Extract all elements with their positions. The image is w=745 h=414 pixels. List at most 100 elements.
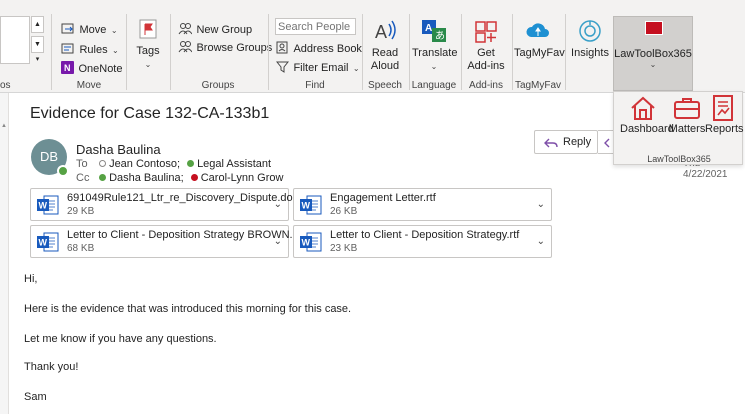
- attachment-size: 23 KB: [330, 243, 358, 254]
- separator: [461, 14, 462, 90]
- chevron-down-icon: ⌄: [144, 60, 152, 69]
- speech-group-label: Speech: [368, 80, 402, 91]
- chevron-down-icon: ⌄: [430, 62, 438, 71]
- body-paragraph: Thank you!: [24, 361, 79, 373]
- onenote-button[interactable]: N OneNote: [61, 59, 122, 77]
- translate-icon: Aあ: [422, 20, 446, 42]
- to-recipient[interactable]: Jean Contoso;: [109, 158, 180, 170]
- cc-recipient[interactable]: Dasha Baulina;: [109, 172, 184, 184]
- presence-available-icon: [99, 174, 107, 181]
- ribbon: ▲ ▼ ▾ os Move ⌄ Rules ⌄ N OneNote Move T…: [0, 0, 745, 93]
- svg-text:A: A: [375, 22, 387, 42]
- to-recipient[interactable]: Legal Assistant: [197, 158, 271, 170]
- cc-recipient[interactable]: Carol-Lynn Grow: [201, 172, 284, 184]
- move-button[interactable]: Move ⌄: [61, 20, 118, 38]
- sender-name[interactable]: Dasha Baulina: [76, 142, 161, 157]
- filter-email-label: Filter Email: [293, 62, 349, 74]
- insights-icon: [579, 20, 601, 42]
- new-group-icon: [178, 23, 193, 35]
- attachment-size: 68 KB: [67, 243, 95, 254]
- chevron-down-icon[interactable]: ⌄: [537, 236, 545, 247]
- translate-button[interactable]: Aあ Translate ⌄: [412, 18, 458, 73]
- address-book-label: Address Book: [293, 43, 362, 55]
- scroll-up-button[interactable]: ▲: [31, 16, 44, 33]
- insights-button[interactable]: Insights: [570, 18, 610, 60]
- browse-groups-button[interactable]: Browse Groups: [178, 38, 272, 56]
- cloud-icon: [526, 23, 549, 37]
- rules-icon: [61, 43, 74, 54]
- onenote-label: OneNote: [78, 63, 123, 75]
- svg-text:N: N: [64, 63, 71, 73]
- rules-button[interactable]: Rules ⌄: [61, 40, 119, 58]
- matters-button[interactable]: Matters: [668, 95, 706, 135]
- attachment-name: Letter to Client - Deposition Strategy B…: [67, 229, 303, 241]
- move-icon: [61, 23, 74, 34]
- home-icon: [631, 96, 655, 120]
- briefcase-icon: [674, 98, 700, 119]
- presence-offline-icon: [99, 160, 107, 167]
- svg-text:A: A: [425, 23, 432, 34]
- attachment-name: Letter to Client - Deposition Strategy.r…: [330, 229, 520, 241]
- more-button[interactable]: ▾: [31, 55, 44, 65]
- onenote-icon: N: [61, 61, 74, 74]
- lawtoolbox-label: LawToolBox365: [614, 48, 692, 60]
- avatar-initials: DB: [39, 149, 59, 164]
- scroll-down-button[interactable]: ▼: [31, 36, 44, 53]
- new-group-button[interactable]: New Group: [178, 20, 252, 38]
- chevron-down-icon[interactable]: ⌄: [537, 199, 545, 210]
- cc-line: Cc Dasha Baulina; Carol-Lynn Grow: [76, 172, 283, 184]
- translate-label: Translate: [412, 47, 458, 59]
- reply-button[interactable]: Reply: [534, 130, 598, 154]
- lawtoolbox-button[interactable]: LawToolBox365 ⌄: [613, 16, 693, 91]
- groups-group-label: Groups: [201, 80, 235, 91]
- tagmyfav-label: TagMyFav: [514, 47, 565, 59]
- flag-icon: [139, 19, 157, 39]
- attachment-card[interactable]: W Letter to Client - Deposition Strategy…: [293, 225, 552, 258]
- read-aloud-button[interactable]: A Read Aloud: [366, 18, 404, 73]
- move-label: Move: [79, 24, 107, 36]
- attachment-card[interactable]: W Engagement Letter.rtf 26 KB ⌄: [293, 188, 552, 221]
- attachment-card[interactable]: W 691049Rule121_Ltr_re_Discovery_Dispute…: [30, 188, 304, 221]
- svg-text:W: W: [39, 238, 48, 248]
- dashboard-button[interactable]: Dashboard: [620, 95, 674, 135]
- partial-group-label: os: [0, 80, 11, 91]
- tags-button[interactable]: Tags ⌄: [131, 18, 165, 71]
- chevron-down-icon: ⌄: [110, 26, 118, 35]
- lawtoolbox-logo-icon: [645, 21, 663, 35]
- word-document-icon: W: [37, 232, 59, 252]
- left-scrollbar[interactable]: ▲: [0, 93, 9, 414]
- separator: [268, 14, 269, 90]
- filter-icon: [275, 61, 290, 73]
- address-book-button[interactable]: Address Book: [276, 39, 362, 57]
- new-group-label: New Group: [196, 24, 253, 36]
- to-label: To: [76, 158, 88, 170]
- tagmyfav-group-label: TagMyFav: [514, 80, 562, 91]
- chevron-down-icon[interactable]: ⌄: [274, 199, 282, 210]
- tagmyfav-button[interactable]: TagMyFav: [514, 18, 565, 60]
- filter-email-button[interactable]: Filter Email ⌄: [275, 58, 360, 76]
- partial-input-box[interactable]: [0, 16, 30, 64]
- presence-status-icon: [57, 165, 69, 177]
- svg-text:あ: あ: [435, 30, 445, 42]
- chevron-down-icon[interactable]: ⌄: [274, 236, 282, 247]
- chevron-down-icon: ⌄: [112, 46, 119, 55]
- cc-label: Cc: [76, 172, 90, 184]
- get-addins-button[interactable]: Get Add-ins: [465, 18, 507, 73]
- word-document-icon: W: [37, 195, 59, 215]
- rules-label: Rules: [79, 44, 108, 56]
- attachment-name: Engagement Letter.rtf: [330, 192, 436, 204]
- svg-text:W: W: [302, 201, 311, 211]
- message-subject: Evidence for Case 132-CA-133b1: [30, 105, 270, 122]
- attachment-size: 29 KB: [67, 206, 95, 217]
- attachment-size: 26 KB: [330, 206, 358, 217]
- get-addins-label: Get Add-ins: [467, 47, 505, 72]
- scroll-up-icon: ▲: [1, 123, 7, 129]
- addins-group-label: Add-ins: [469, 80, 503, 91]
- search-people-input[interactable]: [275, 18, 356, 35]
- reply-label: Reply: [563, 136, 592, 148]
- presence-available-icon: [187, 160, 195, 167]
- reports-button[interactable]: Reports: [705, 95, 744, 135]
- separator: [512, 14, 513, 90]
- attachment-card[interactable]: W Letter to Client - Deposition Strategy…: [30, 225, 302, 258]
- word-document-icon: W: [300, 195, 322, 215]
